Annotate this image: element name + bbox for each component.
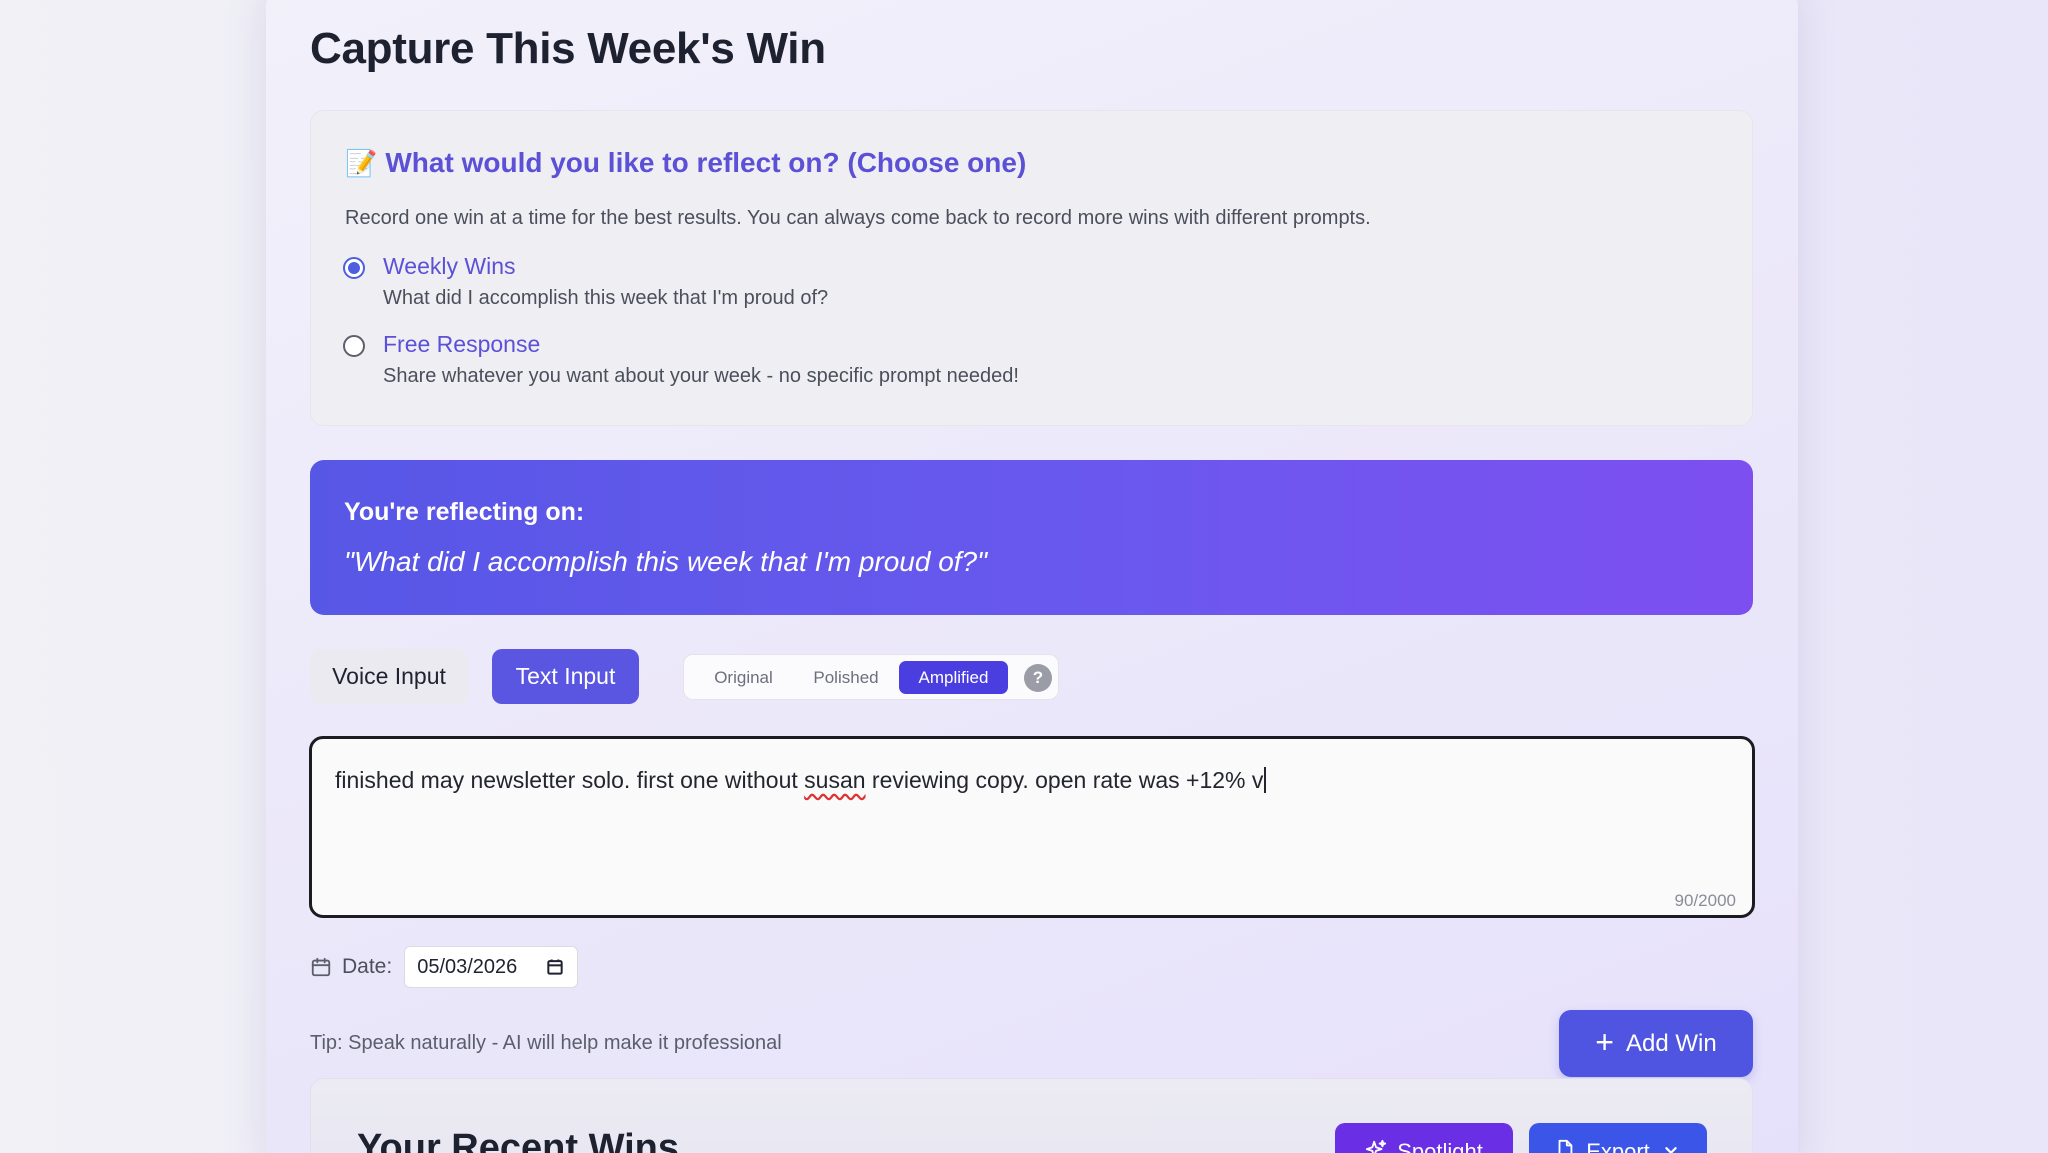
recent-wins-title: Your Recent Wins <box>357 1127 679 1153</box>
calendar-icon <box>311 957 331 977</box>
date-input[interactable]: 05/03/2026 <box>404 946 579 988</box>
misspelled-word: susan <box>804 767 866 793</box>
prompt-heading: 📝 What would you like to reflect on? (Ch… <box>345 147 1026 179</box>
win-text-area[interactable]: finished may newsletter solo. first one … <box>309 736 1755 918</box>
prompt-selection-panel: 📝 What would you like to reflect on? (Ch… <box>310 110 1753 426</box>
version-amplified-option[interactable]: Amplified <box>899 661 1008 694</box>
memo-icon: 📝 <box>345 147 378 178</box>
export-label: Export <box>1586 1139 1650 1153</box>
text-caret <box>1264 767 1267 793</box>
date-label: Date: <box>342 955 393 978</box>
export-button[interactable]: Export <box>1529 1123 1707 1153</box>
weekly-wins-description: What did I accomplish this week that I'm… <box>383 287 829 309</box>
recent-wins-section: Your Recent Wins Spotlight Export <box>310 1078 1753 1153</box>
prompt-description: Record one win at a time for the best re… <box>345 207 1371 229</box>
voice-input-button[interactable]: Voice Input <box>310 649 468 704</box>
help-icon[interactable]: ? <box>1024 664 1052 692</box>
free-response-label[interactable]: Free Response <box>383 331 540 358</box>
page-title: Capture This Week's Win <box>310 24 826 73</box>
version-toggle: Original Polished Amplified ? <box>683 654 1059 700</box>
document-icon <box>1558 1139 1573 1153</box>
add-win-label: Add Win <box>1625 1029 1717 1057</box>
reflecting-on-label: You're reflecting on: <box>344 498 585 526</box>
date-row: Date: 05/03/2026 <box>310 946 579 988</box>
spotlight-button[interactable]: Spotlight <box>1335 1123 1513 1153</box>
calendar-picker-icon[interactable] <box>545 957 565 977</box>
free-response-radio[interactable] <box>343 335 365 357</box>
tip-text: Tip: Speak naturally - AI will help make… <box>310 1032 782 1054</box>
spotlight-label: Spotlight <box>1397 1139 1483 1153</box>
weekly-wins-label[interactable]: Weekly Wins <box>383 253 516 280</box>
chevron-down-icon <box>1665 1147 1677 1153</box>
text-input-button[interactable]: Text Input <box>492 649 639 704</box>
free-response-description: Share whatever you want about your week … <box>383 365 1019 387</box>
reflecting-on-banner: You're reflecting on: "What did I accomp… <box>310 460 1753 615</box>
win-text-value[interactable]: finished may newsletter solo. first one … <box>335 767 1267 794</box>
character-count: 90/2000 <box>1674 891 1736 910</box>
sparkle-icon <box>1366 1139 1387 1153</box>
plus-icon: + <box>1595 1024 1614 1060</box>
weekly-wins-radio[interactable] <box>343 257 365 279</box>
win-text-part: finished may newsletter solo. first one … <box>335 767 805 793</box>
win-text-part: reviewing copy. open rate was +12% v <box>865 767 1264 793</box>
version-polished-option[interactable]: Polished <box>798 661 894 694</box>
version-original-option[interactable]: Original <box>696 661 791 694</box>
date-value: 05/03/2026 <box>417 955 518 978</box>
prompt-heading-text: What would you like to reflect on? (Choo… <box>385 147 1027 178</box>
add-win-button[interactable]: + Add Win <box>1559 1010 1753 1077</box>
reflecting-on-quote: "What did I accomplish this week that I'… <box>344 546 988 577</box>
